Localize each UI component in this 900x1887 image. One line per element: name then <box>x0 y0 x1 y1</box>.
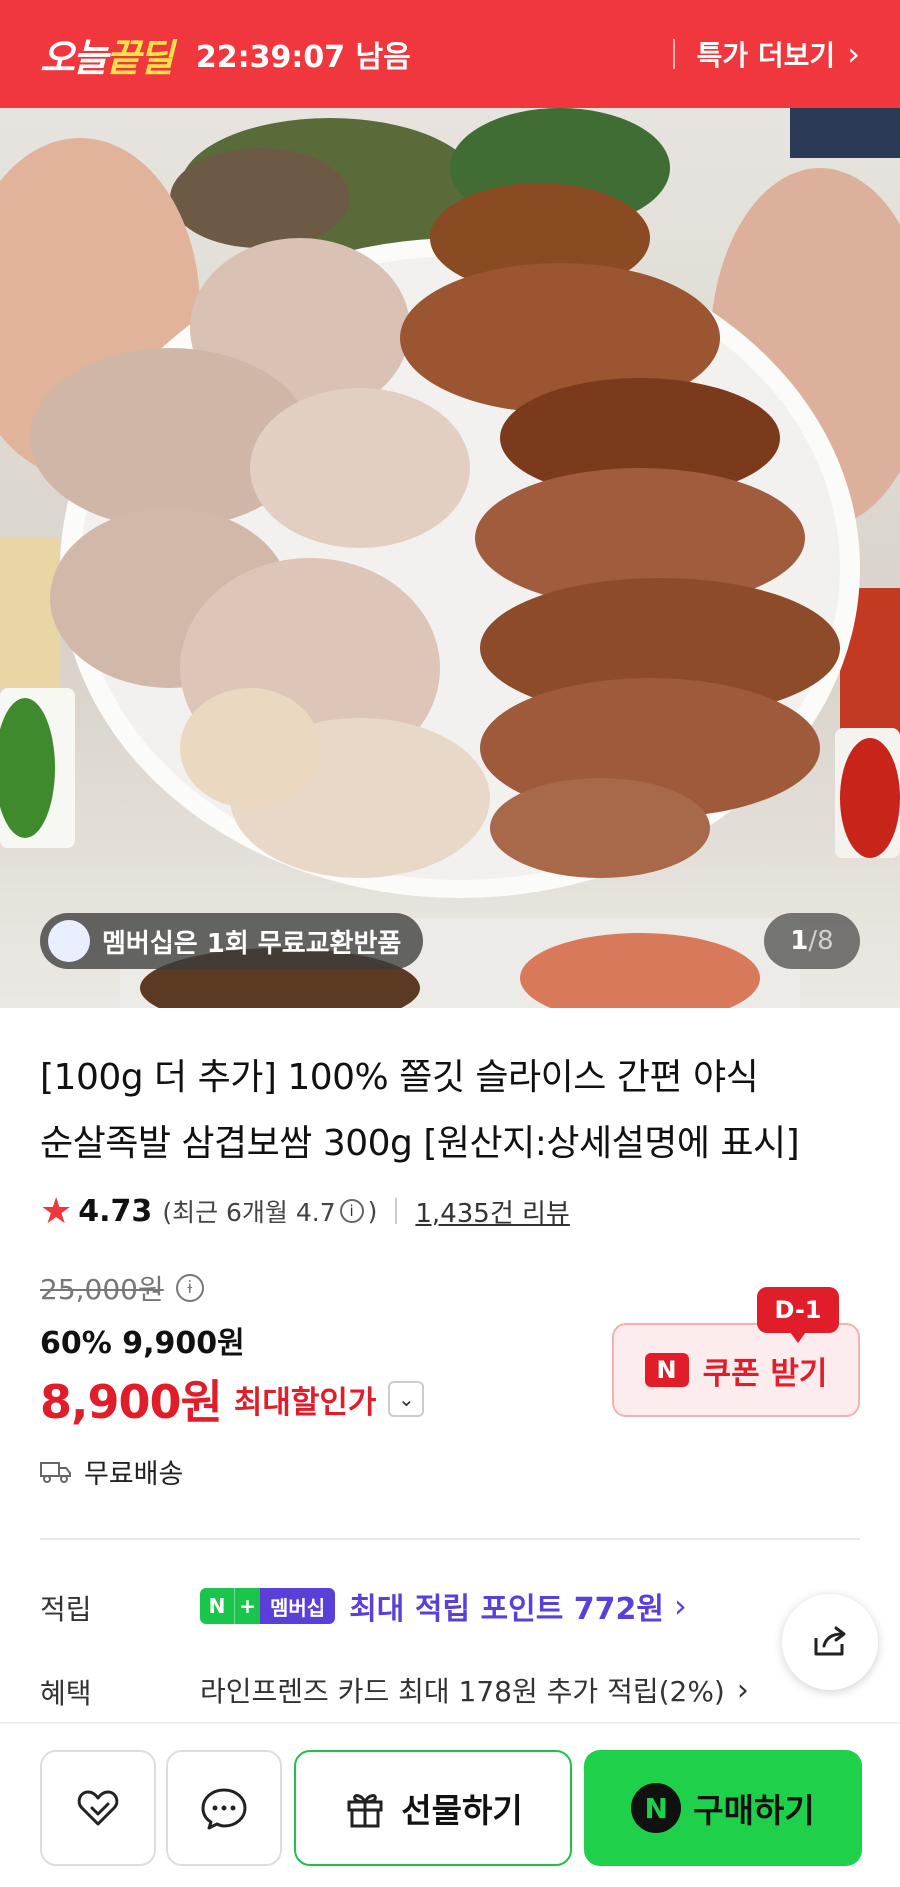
chevron-down-icon[interactable]: ⌄ <box>388 1381 425 1417</box>
shipping-info: 무료배송 <box>40 1452 183 1491</box>
naver-n-icon: N <box>644 1353 689 1387</box>
dday-badge: D-1 <box>757 1287 839 1343</box>
gift-button[interactable]: 선물하기 <box>294 1750 572 1866</box>
membership-icon <box>48 920 90 962</box>
product-photo <box>0 108 900 1008</box>
product-title-line1: [100g 더 추가] 100% 쫄깃 슬라이스 간편 야식 <box>40 1057 759 1098</box>
naver-n-icon: N <box>200 1588 234 1624</box>
benefit-label: 혜택 <box>40 1677 92 1710</box>
points-link[interactable]: N + 멤버십 최대 적립 포인트 772원 › <box>200 1584 687 1628</box>
product-title: [100g 더 추가] 100% 쫄깃 슬라이스 간편 야식 순살족발 삼겹보쌈… <box>40 1045 860 1177</box>
deal-logo: 오늘끝딜 <box>40 35 174 80</box>
heart-icon <box>77 1790 119 1826</box>
points-text: 최대 적립 포인트 772원 <box>349 1592 664 1627</box>
deal-banner[interactable]: 오늘끝딜 22:39:07 남음 특가 더보기 › <box>0 0 900 108</box>
membership-exchange-text: 멤버십은 1회 무료교환반품 <box>102 928 402 959</box>
original-price: 25,000원 i <box>40 1268 204 1308</box>
bottom-action-bar: 선물하기 N 구매하기 <box>0 1722 900 1887</box>
star-icon: ★ <box>40 1190 73 1232</box>
benefit-text: 라인프렌즈 카드 최대 178원 추가 적립(2%) <box>200 1675 725 1708</box>
buy-label: 구매하기 <box>693 1791 815 1830</box>
benefit-link[interactable]: 라인프렌즈 카드 최대 178원 추가 적립(2%) › <box>200 1670 749 1710</box>
original-price-value: 25,000원 <box>40 1273 164 1306</box>
wishlist-button[interactable] <box>40 1750 156 1866</box>
coupon-label: 쿠폰 받기 <box>702 1355 828 1392</box>
total-pages: /8 <box>808 926 834 956</box>
chevron-right-icon: › <box>673 1587 687 1625</box>
sale-price: 60% 9,900원 <box>40 1326 245 1361</box>
max-discount-amount: 8,900원 <box>40 1375 223 1429</box>
current-page: 1 <box>790 926 809 956</box>
more-deals-link[interactable]: 특가 더보기 › <box>672 0 860 108</box>
share-icon <box>814 1626 846 1656</box>
image-page-indicator: 1/8 <box>764 913 860 969</box>
chevron-right-icon: › <box>847 35 860 73</box>
chevron-right-icon: › <box>736 1672 749 1708</box>
naver-pay-icon: N <box>631 1783 682 1833</box>
truck-icon <box>40 1461 71 1483</box>
section-divider <box>40 1538 860 1540</box>
info-icon[interactable]: i <box>175 1274 204 1302</box>
membership-exchange-badge: 멤버십은 1회 무료교환반품 <box>40 913 424 969</box>
more-deals-label: 특가 더보기 <box>696 39 836 72</box>
membership-badge-label: 멤버십 <box>260 1588 336 1624</box>
naver-plus-membership-badge: N + 멤버십 <box>200 1588 336 1624</box>
product-image-carousel[interactable]: 멤버십은 1회 무료교환반품 1/8 <box>0 108 900 1008</box>
product-title-line2: 순살족발 삼겹보쌈 300g [원산지:상세설명에 표시] <box>40 1123 800 1164</box>
gift-label: 선물하기 <box>401 1791 523 1830</box>
points-label: 적립 <box>40 1593 92 1626</box>
rating-row: ★ 4.73 (최근 6개월 4.7 i ) 1,435건 리뷰 <box>40 1186 570 1236</box>
plus-icon: + <box>234 1588 260 1624</box>
max-discount-price[interactable]: 8,900원 최대할인가 ⌄ <box>40 1366 425 1432</box>
chat-bubble-icon <box>201 1788 247 1830</box>
deal-countdown: 22:39:07 남음 <box>195 40 411 75</box>
buy-button[interactable]: N 구매하기 <box>584 1750 862 1866</box>
rating-score: 4.73 <box>78 1193 153 1229</box>
divider <box>672 39 675 69</box>
divider <box>395 1198 398 1224</box>
recent-rating-close: ) <box>367 1196 378 1226</box>
max-discount-label: 최대할인가 <box>233 1384 377 1421</box>
chat-button[interactable] <box>166 1750 282 1866</box>
recent-rating: (최근 6개월 4.7 <box>162 1198 336 1227</box>
shipping-label: 무료배송 <box>84 1459 184 1490</box>
get-coupon-button[interactable]: N 쿠폰 받기 <box>612 1323 860 1417</box>
info-icon[interactable]: i <box>339 1199 364 1223</box>
share-button[interactable] <box>782 1594 878 1690</box>
reviews-link[interactable]: 1,435건 리뷰 <box>415 1193 569 1230</box>
gift-icon <box>347 1794 383 1828</box>
